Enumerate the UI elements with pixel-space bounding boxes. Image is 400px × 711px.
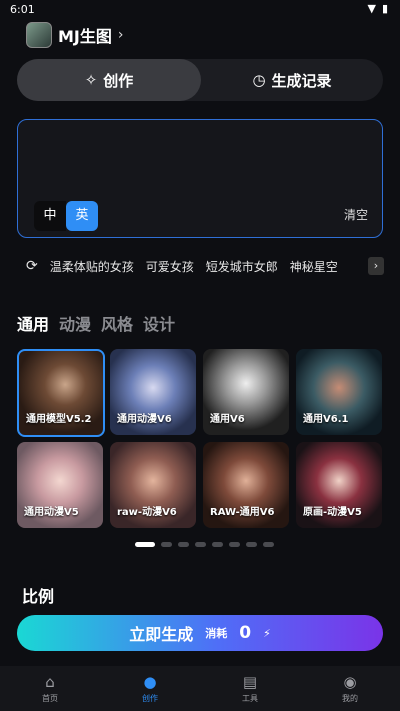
model-tile[interactable]: 通用V6.1 (296, 349, 382, 435)
page-indicator (135, 542, 274, 547)
page-dot[interactable] (246, 542, 257, 547)
category-design[interactable]: 设计 (143, 311, 175, 335)
home-icon: ⌂ (45, 673, 55, 691)
chevron-right-icon: › (117, 27, 124, 43)
status-time: 6:01 (10, 3, 35, 16)
nav-tools[interactable]: ▤ 工具 (200, 666, 300, 711)
page-dot[interactable] (229, 542, 240, 547)
suggestion-chip[interactable]: 可爱女孩 (146, 258, 194, 275)
sparkle-icon: ✧ (84, 71, 98, 89)
page-dot[interactable] (135, 542, 155, 547)
suggestion-chip[interactable]: 神秘星空 (290, 258, 338, 275)
clear-button[interactable]: 清空 (344, 206, 368, 223)
bottom-nav: ⌂ 首页 ● 创作 ▤ 工具 ◉ 我的 (0, 666, 400, 711)
suggestion-chip[interactable]: 短发城市女郎 (206, 258, 278, 275)
palette-icon: ● (143, 673, 157, 691)
lightning-icon: ⚡ (263, 626, 271, 640)
model-tile[interactable]: 原画-动漫V5 (296, 442, 382, 528)
page-dot[interactable] (212, 542, 223, 547)
mode-switch: ✧ 创作 ◷ 生成记录 (17, 59, 383, 101)
category-anime[interactable]: 动漫 (59, 311, 91, 335)
page-dot[interactable] (161, 542, 172, 547)
app-title: MJ生图 (58, 27, 112, 46)
cost-label: 消耗 (205, 627, 228, 640)
tab-history[interactable]: ◷ 生成记录 (201, 59, 383, 101)
page-dot[interactable] (178, 542, 189, 547)
wifi-icon: ▼ (367, 2, 376, 15)
ratio-section-title: 比例 (22, 587, 55, 606)
scroll-right-icon[interactable]: › (368, 257, 384, 275)
battery-icon: ▮ (381, 2, 388, 15)
suggestion-bar: ⟳ 温柔体贴的女孩 可爱女孩 短发城市女郎 神秘星空 › (26, 253, 384, 279)
nav-create[interactable]: ● 创作 (100, 666, 200, 711)
clock-icon: ◷ (252, 71, 266, 89)
tools-icon: ▤ (242, 673, 258, 691)
avatar (26, 22, 52, 48)
app-header[interactable]: MJ生图 › (26, 22, 124, 48)
prompt-input[interactable]: 中 英 清空 (17, 119, 383, 238)
lang-zh-button[interactable]: 中 (34, 201, 66, 231)
category-general[interactable]: 通用 (17, 311, 49, 335)
profile-icon: ◉ (343, 673, 357, 691)
model-tile[interactable]: RAW-通用V6 (203, 442, 289, 528)
nav-profile[interactable]: ◉ 我的 (300, 666, 400, 711)
model-tile[interactable]: 通用动漫V6 (110, 349, 196, 435)
category-tabs: 通用 动漫 风格 设计 (17, 311, 175, 335)
page-dot[interactable] (263, 542, 274, 547)
refresh-icon[interactable]: ⟳ (26, 258, 38, 274)
generate-button[interactable]: 立即生成 消耗 0 ⚡ (17, 615, 383, 651)
tab-create[interactable]: ✧ 创作 (17, 59, 201, 101)
model-tile[interactable]: 通用模型V5.2 (17, 349, 105, 437)
cost-value: 0 (239, 623, 252, 643)
language-toggle: 中 英 (34, 201, 98, 231)
nav-home[interactable]: ⌂ 首页 (0, 666, 100, 711)
model-tile[interactable]: raw-动漫V6 (110, 442, 196, 528)
status-bar: 6:01 ▼ ▮ (0, 0, 400, 18)
generate-label: 立即生成 (129, 625, 194, 644)
suggestion-chip[interactable]: 温柔体贴的女孩 (50, 258, 134, 275)
page-dot[interactable] (195, 542, 206, 547)
lang-en-button[interactable]: 英 (66, 201, 98, 231)
model-tile[interactable]: 通用V6 (203, 349, 289, 435)
category-style[interactable]: 风格 (101, 311, 133, 335)
model-tile[interactable]: 通用动漫V5 (17, 442, 103, 528)
